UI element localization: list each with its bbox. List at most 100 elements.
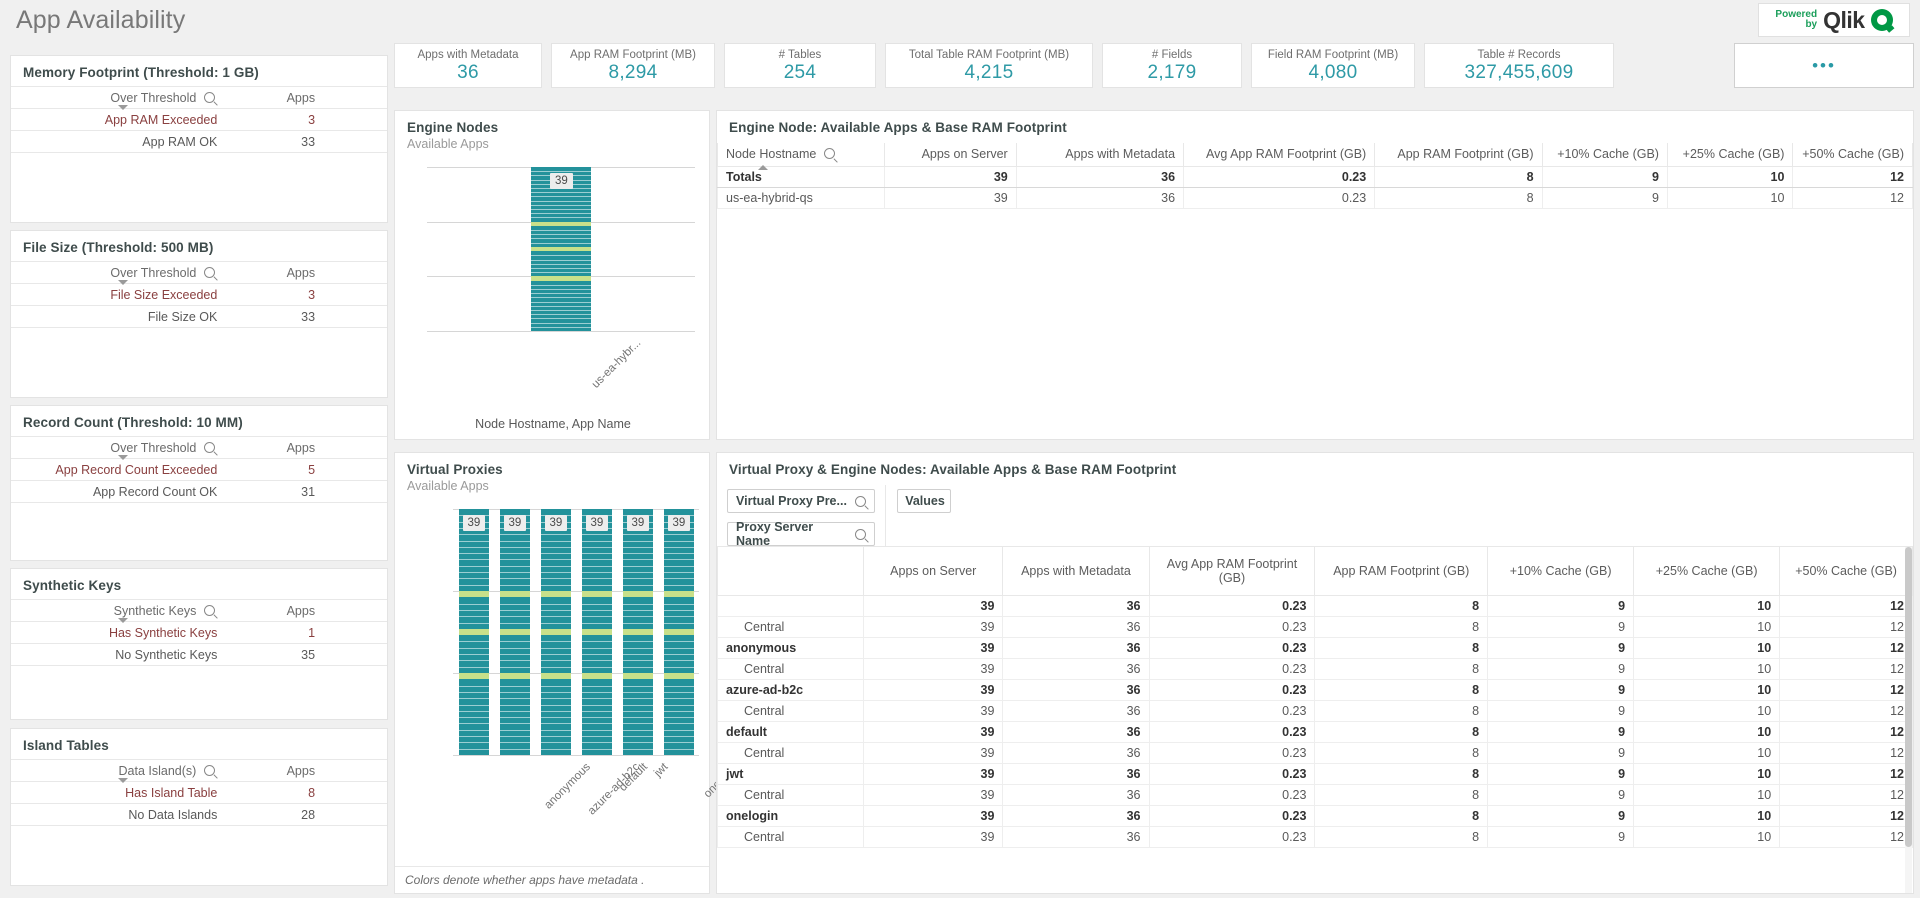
- column-header-0[interactable]: Apps on Server: [885, 143, 1016, 166]
- dimension-cell[interactable]: App Record Count Exceeded: [11, 459, 225, 481]
- row-dimension-cell[interactable]: onelogin: [718, 805, 864, 826]
- measure-column-header[interactable]: Apps: [225, 437, 323, 459]
- row-measure-cell[interactable]: 39: [864, 595, 1003, 616]
- table-row[interactable]: us-ea-hybrid-qs39360.23891012: [718, 187, 1913, 208]
- x-axis-tick-label[interactable]: jwt: [652, 761, 670, 779]
- row-measure-cell[interactable]: 10: [1634, 826, 1780, 847]
- engine-node-table-wrap[interactable]: Node HostnameApps on ServerApps with Met…: [717, 143, 1913, 209]
- row-measure-cell[interactable]: 12: [1780, 826, 1913, 847]
- table-row[interactable]: default39360.23891012: [718, 721, 1913, 742]
- row-measure-cell[interactable]: 10: [1634, 679, 1780, 700]
- row-measure-cell[interactable]: 39: [864, 763, 1003, 784]
- table-row[interactable]: No Synthetic Keys35: [11, 644, 387, 666]
- measure-cell[interactable]: 33: [225, 306, 323, 328]
- row-measure-cell[interactable]: 39: [864, 616, 1003, 637]
- table-row[interactable]: No Data Islands28: [11, 804, 387, 826]
- search-icon[interactable]: [855, 496, 866, 507]
- kpi-overflow-button[interactable]: •••: [1734, 43, 1914, 88]
- column-header-2[interactable]: Avg App RAM Footprint (GB): [1149, 547, 1315, 595]
- row-measure-cell[interactable]: 0.23: [1149, 763, 1315, 784]
- measure-cell[interactable]: 31: [225, 481, 323, 503]
- column-header-0[interactable]: Apps on Server: [864, 547, 1003, 595]
- column-header-1[interactable]: Apps with Metadata: [1003, 547, 1149, 595]
- row-dimension-cell[interactable]: Central: [718, 700, 864, 721]
- row-measure-cell[interactable]: 36: [1003, 658, 1149, 679]
- dimension-selector-0[interactable]: Virtual Proxy Pre...: [727, 489, 875, 513]
- row-measure-cell[interactable]: 39: [864, 700, 1003, 721]
- row-measure-cell[interactable]: 39: [864, 679, 1003, 700]
- row-measure-cell[interactable]: 0.23: [1149, 721, 1315, 742]
- kpi-tile-4[interactable]: # Fields2,179: [1102, 43, 1242, 88]
- row-measure-cell[interactable]: 9: [1488, 721, 1634, 742]
- row-measure-cell[interactable]: 8: [1315, 805, 1488, 826]
- left-panel-table[interactable]: Synthetic KeysAppsHas Synthetic Keys1No …: [11, 599, 387, 666]
- virtual-proxy-table-scrollbar[interactable]: [1905, 547, 1912, 893]
- search-icon[interactable]: [204, 267, 215, 278]
- row-measure-cell[interactable]: 36: [1003, 805, 1149, 826]
- bar-0[interactable]: [531, 167, 591, 331]
- row-measure-cell[interactable]: 36: [1003, 784, 1149, 805]
- left-panel-table[interactable]: Over ThresholdAppsApp Record Count Excee…: [11, 436, 387, 503]
- row-measure-cell[interactable]: 8: [1315, 763, 1488, 784]
- row-measure-cell[interactable]: 10: [1634, 616, 1780, 637]
- bar-2[interactable]: [541, 509, 571, 755]
- row-measure-cell[interactable]: 39: [864, 784, 1003, 805]
- row-measure-cell[interactable]: 8: [1315, 826, 1488, 847]
- row-measure-cell[interactable]: 8: [1375, 187, 1542, 208]
- row-measure-cell[interactable]: 36: [1003, 763, 1149, 784]
- row-dimension-cell[interactable]: anonymous: [718, 637, 864, 658]
- dimension-cell[interactable]: File Size Exceeded: [11, 284, 225, 306]
- virtual-proxy-table-wrap[interactable]: Apps on ServerApps with MetadataAvg App …: [717, 547, 1913, 893]
- column-header-5[interactable]: +25% Cache (GB): [1667, 143, 1792, 166]
- measure-cell[interactable]: 1: [225, 622, 323, 644]
- row-measure-cell[interactable]: 9: [1488, 700, 1634, 721]
- row-measure-cell[interactable]: 10: [1634, 742, 1780, 763]
- row-measure-cell[interactable]: 9: [1488, 637, 1634, 658]
- row-measure-cell[interactable]: 39: [864, 826, 1003, 847]
- row-dimension-cell[interactable]: [718, 595, 864, 616]
- search-icon[interactable]: [204, 92, 215, 103]
- column-header-4[interactable]: +10% Cache (GB): [1488, 547, 1634, 595]
- bar-5[interactable]: [664, 509, 694, 755]
- totals-cell[interactable]: 36: [1016, 166, 1183, 187]
- row-measure-cell[interactable]: 0.23: [1149, 742, 1315, 763]
- table-row[interactable]: Central39360.23891012: [718, 658, 1913, 679]
- kpi-tile-0[interactable]: Apps with Metadata36: [394, 43, 542, 88]
- dimension-cell[interactable]: App RAM Exceeded: [11, 109, 225, 131]
- search-icon[interactable]: [204, 605, 215, 616]
- table-row[interactable]: Central39360.23891012: [718, 784, 1913, 805]
- virtual-proxy-table[interactable]: Apps on ServerApps with MetadataAvg App …: [717, 547, 1913, 848]
- table-row[interactable]: Central39360.23891012: [718, 616, 1913, 637]
- row-measure-cell[interactable]: 39: [864, 742, 1003, 763]
- column-header-5[interactable]: +25% Cache (GB): [1634, 547, 1780, 595]
- row-measure-cell[interactable]: 10: [1634, 700, 1780, 721]
- column-header-4[interactable]: +10% Cache (GB): [1542, 143, 1667, 166]
- x-axis-tick-label[interactable]: us-ea-hybr...: [590, 337, 644, 391]
- left-panel-table[interactable]: Over ThresholdAppsApp RAM Exceeded3App R…: [11, 86, 387, 153]
- dimension-cell[interactable]: Has Synthetic Keys: [11, 622, 225, 644]
- table-row[interactable]: 39360.23891012: [718, 595, 1913, 616]
- totals-cell[interactable]: 39: [885, 166, 1016, 187]
- table-row[interactable]: azure-ad-b2c39360.23891012: [718, 679, 1913, 700]
- row-dimension-cell[interactable]: jwt: [718, 763, 864, 784]
- table-row[interactable]: App RAM OK33: [11, 131, 387, 153]
- search-icon[interactable]: [204, 442, 215, 453]
- row-measure-cell[interactable]: 0.23: [1149, 700, 1315, 721]
- row-measure-cell[interactable]: 12: [1780, 595, 1913, 616]
- row-measure-cell[interactable]: 8: [1315, 721, 1488, 742]
- dimension-cell[interactable]: No Synthetic Keys: [11, 644, 225, 666]
- totals-row[interactable]: Totals39360.23891012: [718, 166, 1913, 187]
- row-measure-cell[interactable]: 12: [1780, 721, 1913, 742]
- row-measure-cell[interactable]: 8: [1315, 637, 1488, 658]
- row-measure-cell[interactable]: 36: [1003, 679, 1149, 700]
- measure-column-header[interactable]: Apps: [225, 760, 323, 782]
- table-row[interactable]: Has Island Table8: [11, 782, 387, 804]
- row-measure-cell[interactable]: 0.23: [1149, 595, 1315, 616]
- measure-column-header[interactable]: Apps: [225, 87, 323, 109]
- kpi-tile-3[interactable]: Total Table RAM Footprint (MB)4,215: [885, 43, 1093, 88]
- kpi-tile-1[interactable]: App RAM Footprint (MB)8,294: [551, 43, 715, 88]
- column-header-6[interactable]: +50% Cache (GB): [1793, 143, 1913, 166]
- row-measure-cell[interactable]: 39: [864, 805, 1003, 826]
- row-measure-cell[interactable]: 0.23: [1149, 805, 1315, 826]
- column-header-6[interactable]: +50% Cache (GB): [1780, 547, 1913, 595]
